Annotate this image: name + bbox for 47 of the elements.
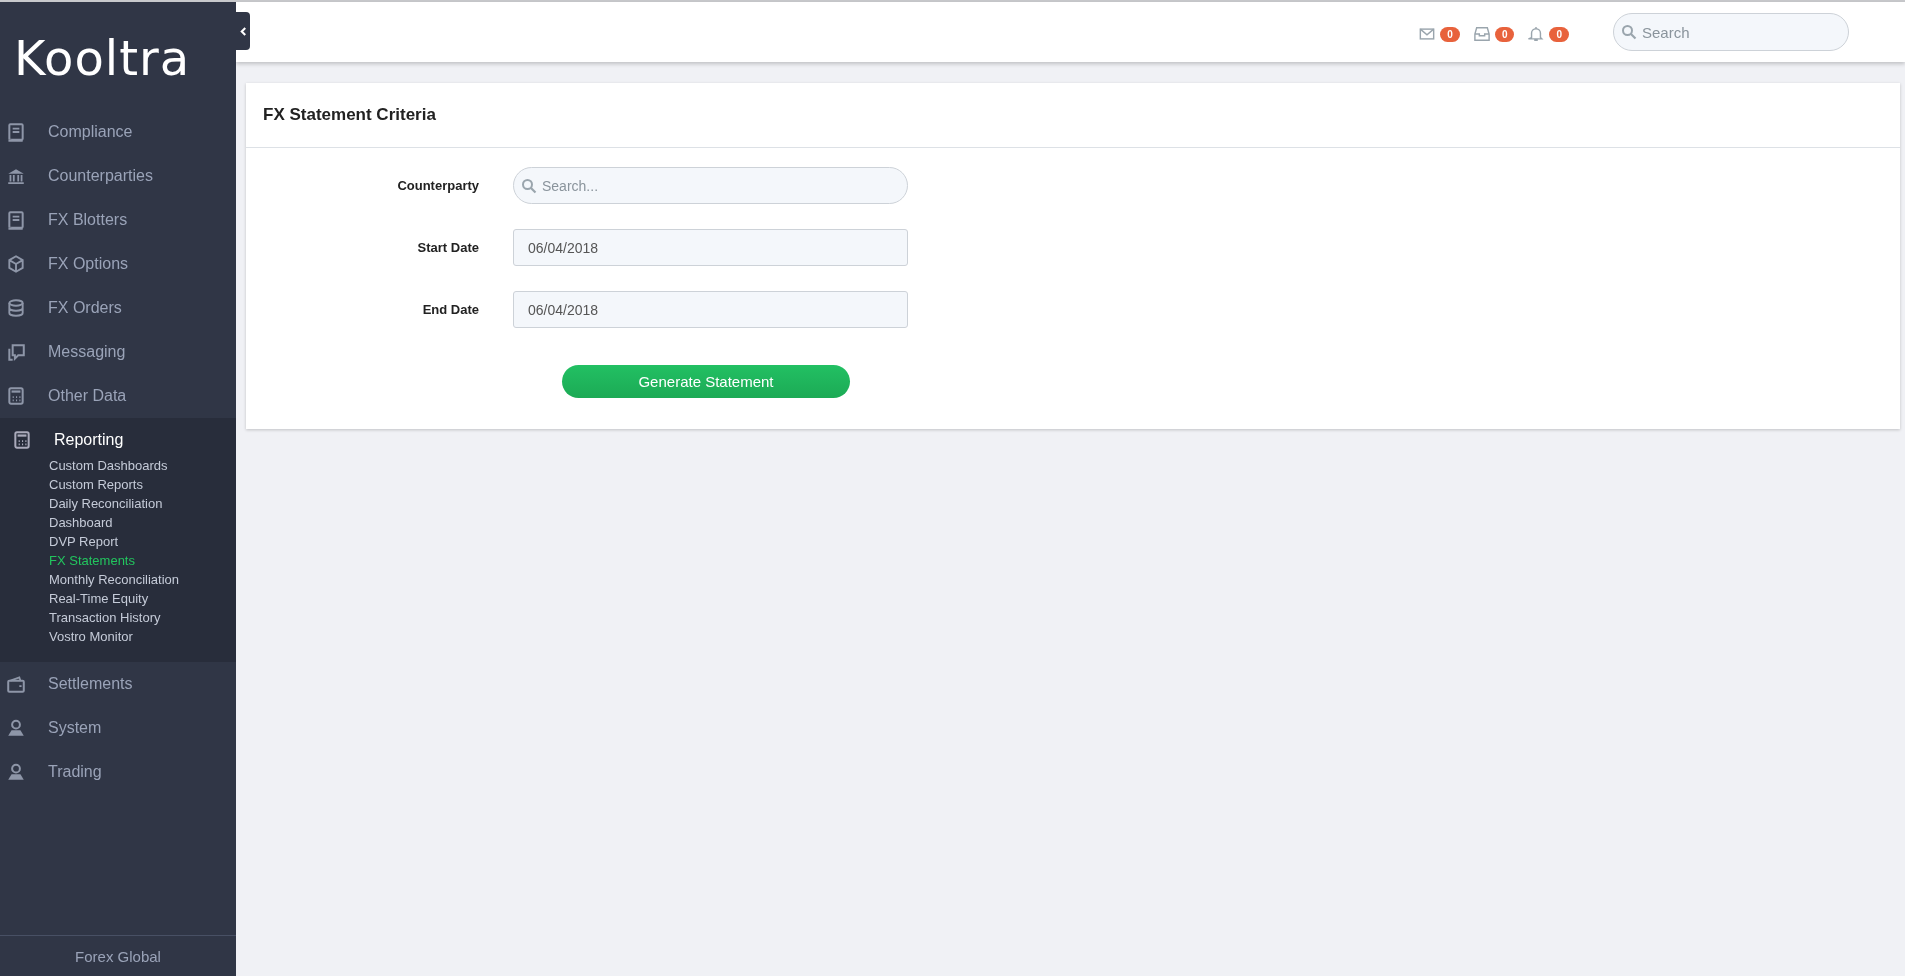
field-label: End Date — [422, 302, 479, 317]
submenu-item[interactable]: FX Statements — [49, 551, 135, 570]
nav-item[interactable]: System — [0, 706, 236, 750]
nav-item[interactable]: Counterparties — [0, 154, 236, 198]
inbox-icon[interactable] — [1473, 26, 1490, 42]
organization-name: Forex Global — [75, 947, 161, 965]
logo: Kooltra — [14, 32, 191, 84]
date-field[interactable]: 06/04/2018 — [513, 229, 908, 266]
nav-item[interactable]: Other Data — [0, 374, 236, 418]
user-icon — [6, 718, 26, 738]
count-badge: 0 — [1494, 26, 1515, 42]
submenu-item[interactable]: Dashboard — [49, 513, 113, 532]
submenu-item[interactable]: Custom Reports — [49, 475, 143, 494]
submenu-item[interactable]: Transaction History — [49, 608, 161, 627]
card-title: FX Statement Criteria — [263, 105, 436, 125]
collapse-sidebar-button[interactable] — [236, 12, 250, 50]
submenu-item[interactable]: Monthly Reconciliation — [49, 570, 180, 589]
nav-item[interactable]: Settlements — [0, 662, 236, 706]
submenu-item[interactable]: Vostro Monitor — [49, 627, 133, 646]
nav-item[interactable]: Trading — [0, 750, 236, 794]
user-icon — [6, 762, 26, 782]
book-icon — [6, 122, 26, 142]
calculator-icon — [12, 430, 32, 450]
mail-icon[interactable] — [1419, 26, 1436, 42]
cube-icon — [6, 254, 26, 274]
nav-item[interactable]: FX Blotters — [0, 198, 236, 242]
nav-item[interactable]: FX Orders — [0, 286, 236, 330]
counterparty-search-field[interactable]: Search... — [513, 167, 908, 204]
search-field[interactable]: Search — [1613, 13, 1849, 51]
count-badge: 0 — [1549, 26, 1569, 42]
database-icon — [6, 298, 26, 318]
bell-icon[interactable] — [1528, 26, 1545, 42]
wallet-icon — [6, 674, 26, 694]
chat-icon — [6, 342, 26, 362]
chevron-left-icon — [239, 26, 247, 36]
submenu-item[interactable]: Daily Reconciliation — [49, 494, 163, 513]
nav-item[interactable]: Messaging — [0, 330, 236, 374]
count-badge: 0 — [1440, 26, 1460, 42]
nav-item[interactable]: FX Options — [0, 242, 236, 286]
submenu-item[interactable]: DVP Report — [49, 532, 119, 551]
calculator-icon — [6, 386, 26, 406]
book-icon — [6, 210, 26, 230]
field-label: Counterparty — [397, 178, 479, 193]
nav-item[interactable]: Compliance — [0, 110, 236, 154]
submenu-item[interactable]: Real-Time Equity — [49, 589, 149, 608]
field-label: Start Date — [417, 240, 479, 255]
date-field[interactable]: 06/04/2018 — [513, 291, 908, 328]
